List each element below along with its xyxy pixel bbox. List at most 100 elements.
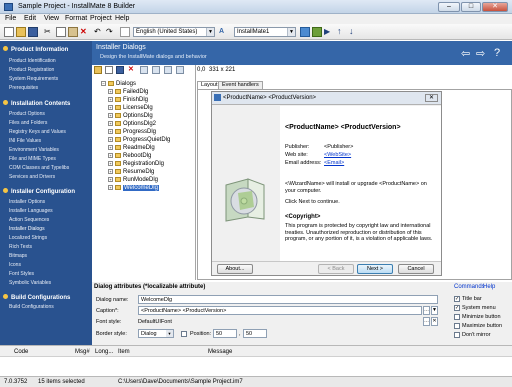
sidebar-item-installer-languages[interactable]: Installer Languages — [9, 208, 53, 214]
preview-dialog[interactable]: <ProductName> <ProductVersion> ✕ <Produc… — [211, 91, 442, 276]
maximize-button[interactable]: □ — [461, 2, 481, 12]
tree-item-selected[interactable]: + WelcomeDlg — [108, 185, 159, 192]
system-menu-checkbox[interactable]: ✓ — [454, 305, 460, 311]
new-icon[interactable] — [4, 27, 14, 37]
sidebar-item-font-styles[interactable]: Font Styles — [9, 271, 34, 277]
undo-icon[interactable]: ↶ — [94, 27, 104, 37]
sidebar-item-system-requirements[interactable]: System Requirements — [9, 76, 58, 82]
new-dialog-icon[interactable] — [94, 66, 102, 74]
sidebar-item-action-sequences[interactable]: Action Sequences — [9, 217, 49, 223]
edit-dialog-icon[interactable] — [116, 66, 124, 74]
menu-format[interactable]: Format — [65, 15, 87, 22]
menu-help[interactable]: Help — [115, 15, 129, 22]
align-icon[interactable] — [152, 66, 160, 74]
sidebar-section-product-info[interactable]: Product Information — [3, 46, 89, 53]
maximize-button-checkbox[interactable] — [454, 323, 460, 329]
menu-project[interactable]: Project — [90, 15, 112, 22]
expand-icon[interactable]: + — [108, 113, 113, 118]
font-browse-icon[interactable]: … — [423, 317, 430, 326]
col-code[interactable]: Code — [14, 349, 28, 355]
tree-item[interactable]: + ProgressDlg — [108, 129, 156, 135]
sidebar-item-prerequisites[interactable]: Prerequisites — [9, 85, 38, 91]
size-icon[interactable] — [164, 66, 172, 74]
col-message[interactable]: Message — [208, 349, 232, 355]
email-link[interactable]: <Email> — [324, 160, 344, 166]
col-long[interactable]: Long... — [95, 349, 113, 355]
menu-file[interactable]: File — [5, 15, 16, 22]
sidebar-item-rich-texts[interactable]: Rich Texts — [9, 244, 32, 250]
minimize-button-checkbox[interactable] — [454, 314, 460, 320]
tree-item[interactable]: + OptionsDlg2 — [108, 121, 156, 127]
website-link[interactable]: <WebSite> — [324, 152, 351, 158]
col-item[interactable]: Item — [118, 349, 130, 355]
close-icon[interactable]: ✕ — [425, 94, 438, 102]
help-link[interactable]: Help — [483, 284, 495, 290]
sidebar-item-build-configurations[interactable]: Build Configurations — [9, 304, 54, 310]
menu-edit[interactable]: Edit — [24, 15, 36, 22]
sidebar-item-com-classes[interactable]: COM Classes and Typelibs — [9, 165, 69, 171]
delete-icon[interactable]: ✕ — [80, 27, 90, 37]
output-list[interactable] — [0, 357, 512, 376]
arrow-up-icon[interactable]: ↑ — [337, 27, 347, 37]
test-icon[interactable] — [312, 27, 322, 37]
translate-icon[interactable]: A — [219, 27, 229, 37]
open-icon[interactable] — [16, 27, 26, 37]
tree-item[interactable]: + RebootDlg — [108, 153, 151, 159]
font-clear-icon[interactable]: ✕ — [431, 317, 438, 326]
font-style-value[interactable]: DefaultUIFont — [138, 319, 172, 325]
sidebar-item-localized-strings[interactable]: Localized Strings — [9, 235, 47, 241]
package-select[interactable]: InstallMate1 ▼ — [234, 27, 296, 37]
sidebar-item-ini-file-values[interactable]: INI File Values — [9, 138, 41, 144]
sidebar-section-installation-contents[interactable]: Installation Contents — [3, 100, 89, 107]
delete-dialog-icon[interactable]: ✕ — [128, 66, 138, 76]
caption-browse-icon[interactable]: … — [423, 306, 430, 315]
expand-icon[interactable]: + — [108, 169, 113, 174]
tree-item[interactable]: + ProgressQuietDlg — [108, 137, 170, 143]
tree-item[interactable]: + FinishDlg — [108, 97, 148, 103]
commands-link[interactable]: Commands — [454, 284, 485, 290]
expand-icon[interactable]: + — [108, 161, 113, 166]
tab-event-handlers[interactable]: Event handlers — [218, 81, 263, 89]
next-button[interactable]: Next > — [357, 264, 393, 274]
tree-item[interactable]: + RunModeDlg — [108, 177, 158, 183]
about-button[interactable]: About... — [217, 264, 253, 274]
sidebar-section-build-configurations[interactable]: Build Configurations — [3, 294, 89, 301]
sidebar-item-environment-variables[interactable]: Environment Variables — [9, 147, 59, 153]
sidebar-item-installer-dialogs[interactable]: Installer Dialogs — [9, 226, 45, 232]
language-select[interactable]: English (United States) ▼ — [133, 27, 215, 37]
cancel-button[interactable]: Cancel — [398, 264, 434, 274]
position-y-field[interactable]: 50 — [243, 329, 267, 338]
tree-item[interactable]: + ReadmeDlg — [108, 145, 155, 151]
cut-icon[interactable]: ✂ — [44, 27, 54, 37]
expand-icon[interactable]: + — [108, 185, 113, 190]
forward-nav-icon[interactable]: ⇨ — [476, 47, 485, 60]
sidebar-item-product-identification[interactable]: Product Identification — [9, 58, 56, 64]
sidebar-item-installer-options[interactable]: Installer Options — [9, 199, 45, 205]
sidebar-item-services-drivers[interactable]: Services and Drivers — [9, 174, 55, 180]
expand-icon[interactable]: + — [108, 145, 113, 150]
grid-icon[interactable] — [120, 27, 130, 37]
sidebar-section-installer-configuration[interactable]: Installer Configuration — [3, 188, 89, 195]
sidebar-item-registry-keys[interactable]: Registry Keys and Values — [9, 129, 66, 135]
arrow-down-icon[interactable]: ↓ — [349, 27, 359, 37]
sidebar-item-files-and-folders[interactable]: Files and Folders — [9, 120, 47, 126]
tree-item[interactable]: + FailedDlg — [108, 89, 148, 95]
close-button[interactable]: ✕ — [482, 2, 508, 12]
caption-field[interactable]: <ProductName> <ProductVersion> — [138, 306, 422, 315]
expand-icon[interactable]: + — [108, 97, 113, 102]
tree-root-dialogs[interactable]: − Dialogs — [101, 81, 136, 87]
redo-icon[interactable]: ↷ — [106, 27, 116, 37]
sidebar-item-file-mime-types[interactable]: File and MIME Types — [9, 156, 56, 162]
back-button[interactable]: < Back — [318, 264, 354, 274]
expand-icon[interactable]: + — [108, 121, 113, 126]
collapse-icon[interactable]: − — [101, 81, 106, 86]
title-bar-checkbox[interactable]: ✓ — [454, 296, 460, 302]
border-style-select[interactable]: Dialog ▼ — [138, 329, 174, 338]
tree-item[interactable]: + LicenseDlg — [108, 105, 153, 111]
run-icon[interactable]: ▶ — [324, 27, 334, 37]
tree-item[interactable]: + OptionsDlg — [108, 113, 153, 119]
col-msg-number[interactable]: Msg# — [75, 349, 90, 355]
position-x-field[interactable]: 50 — [213, 329, 237, 338]
tree-item[interactable]: + ResumeDlg — [108, 169, 154, 175]
sidebar-item-product-options[interactable]: Product Options — [9, 111, 45, 117]
